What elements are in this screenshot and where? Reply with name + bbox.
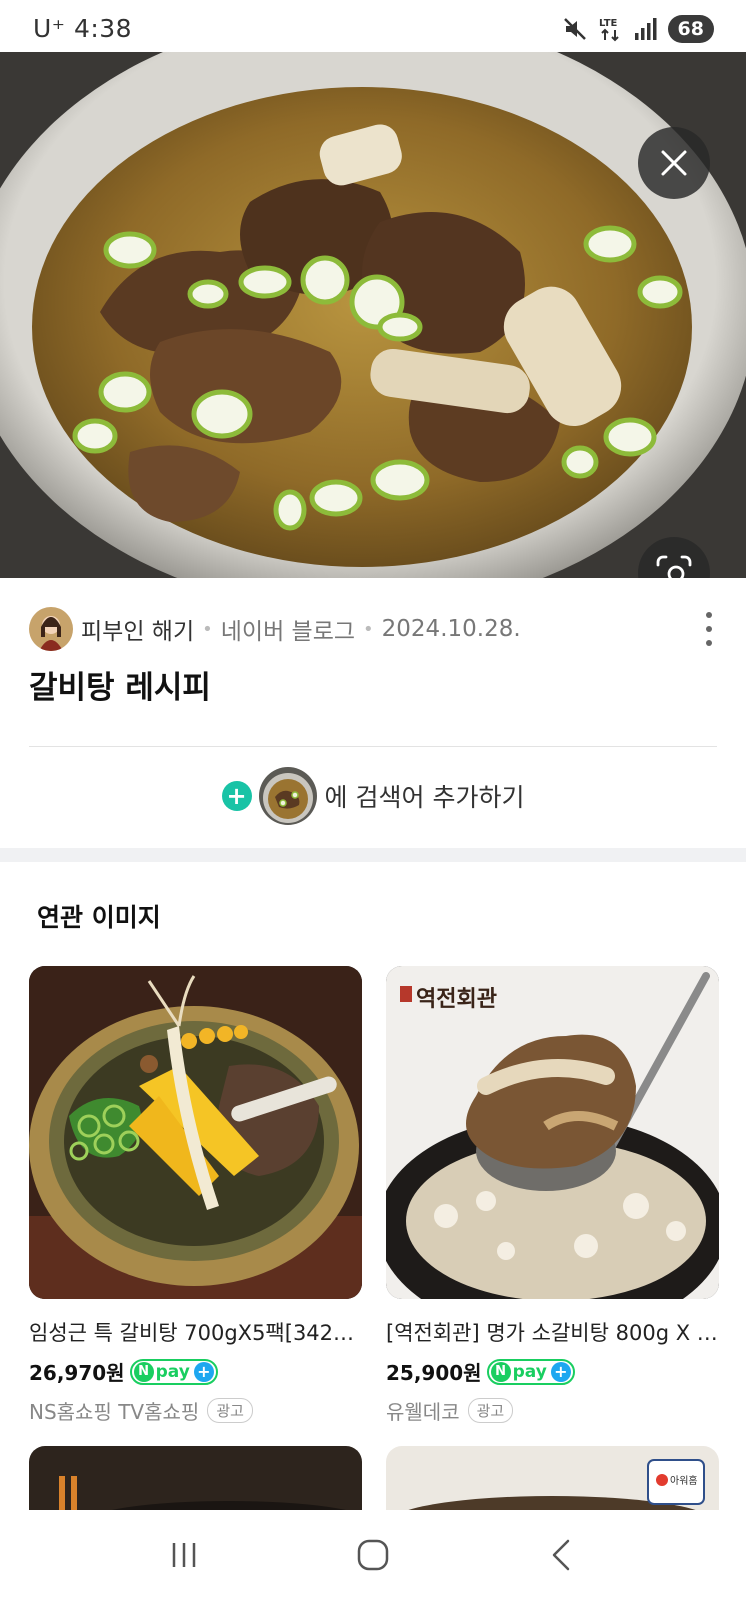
- product-price: 25,900원: [386, 1361, 482, 1385]
- seller-row: NS홈쇼핑 TV홈쇼핑 광고: [29, 1396, 362, 1425]
- add-search-term-button[interactable]: + 에 검색어 추가하기: [0, 766, 746, 826]
- brand-mark: 역전회관: [416, 987, 497, 1012]
- hero-image[interactable]: [0, 52, 746, 578]
- separator-dot: •: [202, 618, 213, 640]
- separator-dot: •: [363, 618, 374, 640]
- product-title[interactable]: [역전회관] 명가 소갈비탕 800g X 4...: [386, 1317, 719, 1347]
- post-date: 2024.10.28.: [381, 616, 521, 642]
- home-icon: [357, 1539, 389, 1571]
- npay-label: pay: [512, 1361, 547, 1382]
- npay-plus-icon: +: [193, 1361, 214, 1382]
- close-icon: [661, 150, 687, 176]
- product-title[interactable]: 임성근 특 갈비탕 700gX5팩[3429...: [29, 1317, 362, 1347]
- npay-n-icon: N: [133, 1361, 154, 1382]
- back-icon: [552, 1539, 569, 1571]
- product-card[interactable]: 임성근 특 갈비탕 700gX5팩[3429... 26,970원 N pay …: [29, 966, 362, 1425]
- signal-icon: [634, 17, 658, 41]
- recent-apps-button[interactable]: [154, 1530, 214, 1580]
- author-name[interactable]: 피부인 해기: [81, 612, 194, 646]
- status-icons: LTE 68: [562, 15, 714, 43]
- product-image[interactable]: 역전회관: [386, 966, 719, 1299]
- seller-row: 유웰데코 광고: [386, 1396, 719, 1425]
- image-search-icon: [656, 555, 692, 578]
- product-image[interactable]: 아워홈: [386, 1446, 719, 1516]
- npay-badge: N pay +: [486, 1358, 575, 1385]
- system-nav-bar: [0, 1510, 746, 1600]
- lte-icon: LTE: [598, 15, 624, 43]
- svg-text:LTE: LTE: [599, 18, 618, 29]
- npay-n-icon: N: [490, 1361, 511, 1382]
- post-meta: 피부인 해기 • 네이버 블로그 • 2024.10.28.: [29, 606, 717, 652]
- back-button[interactable]: [532, 1530, 592, 1580]
- battery-icon: 68: [667, 15, 714, 43]
- recent-apps-icon: [173, 1543, 196, 1567]
- product-card[interactable]: 역전회관 [역전회관] 명가 소갈비탕 800g X 4... 25,900원 …: [386, 966, 719, 1425]
- search-thumbnail: [258, 767, 317, 825]
- more-vertical-icon: [706, 612, 712, 618]
- npay-badge: N pay +: [129, 1358, 218, 1385]
- seller-name: NS홈쇼핑 TV홈쇼핑: [29, 1400, 200, 1424]
- divider: [29, 746, 717, 747]
- product-image[interactable]: [29, 1446, 362, 1516]
- add-search-label: 에 검색어 추가하기: [324, 783, 525, 812]
- avatar[interactable]: [29, 607, 73, 651]
- price-row: 25,900원 N pay +: [386, 1357, 719, 1386]
- carrier-time: U⁺ 4:38: [33, 14, 133, 43]
- source-name[interactable]: 네이버 블로그: [221, 612, 355, 646]
- more-options-button[interactable]: [699, 612, 719, 646]
- section-divider: [0, 848, 746, 862]
- status-bar: U⁺ 4:38 LTE 68: [0, 0, 746, 52]
- ad-badge: 광고: [207, 1398, 253, 1423]
- ad-badge: 광고: [467, 1398, 514, 1423]
- close-button[interactable]: [638, 127, 710, 199]
- price-row: 26,970원 N pay +: [29, 1357, 362, 1386]
- related-images-title: 연관 이미지: [37, 903, 161, 932]
- product-price: 26,970원: [29, 1361, 125, 1385]
- post-title[interactable]: 갈비탕 레시피: [29, 662, 211, 707]
- brand-logo: 아워홈: [670, 1474, 698, 1487]
- product-image[interactable]: [29, 966, 362, 1299]
- home-button[interactable]: [343, 1530, 403, 1580]
- seller-name: 유웰데코: [386, 1400, 460, 1424]
- plus-icon: +: [221, 781, 252, 811]
- mute-icon: [562, 16, 588, 42]
- npay-plus-icon: +: [550, 1361, 571, 1382]
- npay-label: pay: [155, 1361, 190, 1382]
